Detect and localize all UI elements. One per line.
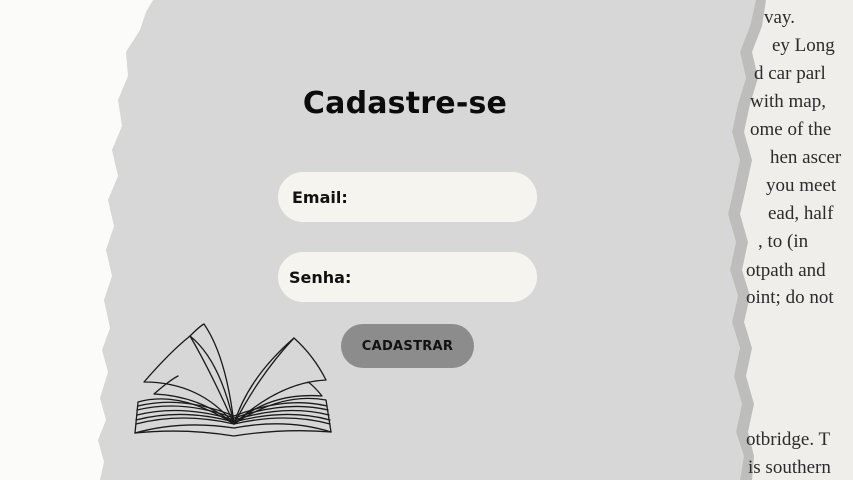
email-label: Email: [292, 187, 348, 207]
password-input[interactable] [351, 252, 537, 302]
page-text-line: hen ascer [770, 147, 842, 168]
page-text-line: with map, [750, 91, 826, 112]
password-field[interactable]: Senha: [278, 252, 537, 302]
torn-book-page: vay. ey Long d car parl with map, ome of… [726, 0, 853, 480]
page-text-line: otpath and [746, 260, 826, 281]
email-field[interactable]: Email: [278, 172, 537, 222]
email-input[interactable] [347, 172, 537, 222]
page-text-line: you meet [766, 175, 837, 196]
page-title: Cadastre-se [302, 86, 508, 121]
page-text-line: ead, half [768, 203, 834, 224]
page-text-line: ome of the [750, 119, 832, 140]
page-text-line: ey Long [772, 35, 835, 56]
page-text-line: vay. [764, 7, 795, 28]
page-text-line: is southern [748, 457, 831, 478]
password-label: Senha: [289, 267, 352, 287]
page-text-line: oint; do not [746, 287, 834, 308]
signup-screen: vay. ey Long d car parl with map, ome of… [0, 0, 853, 480]
page-text-line: otbridge. T [746, 429, 831, 450]
register-button[interactable]: CADASTRAR [341, 324, 474, 368]
page-text: vay. ey Long d car parl with map, ome of… [726, 0, 853, 480]
page-text-line: , to (in [758, 231, 809, 252]
page-text-line: d car parl [754, 63, 826, 84]
open-book-icon [130, 320, 336, 445]
